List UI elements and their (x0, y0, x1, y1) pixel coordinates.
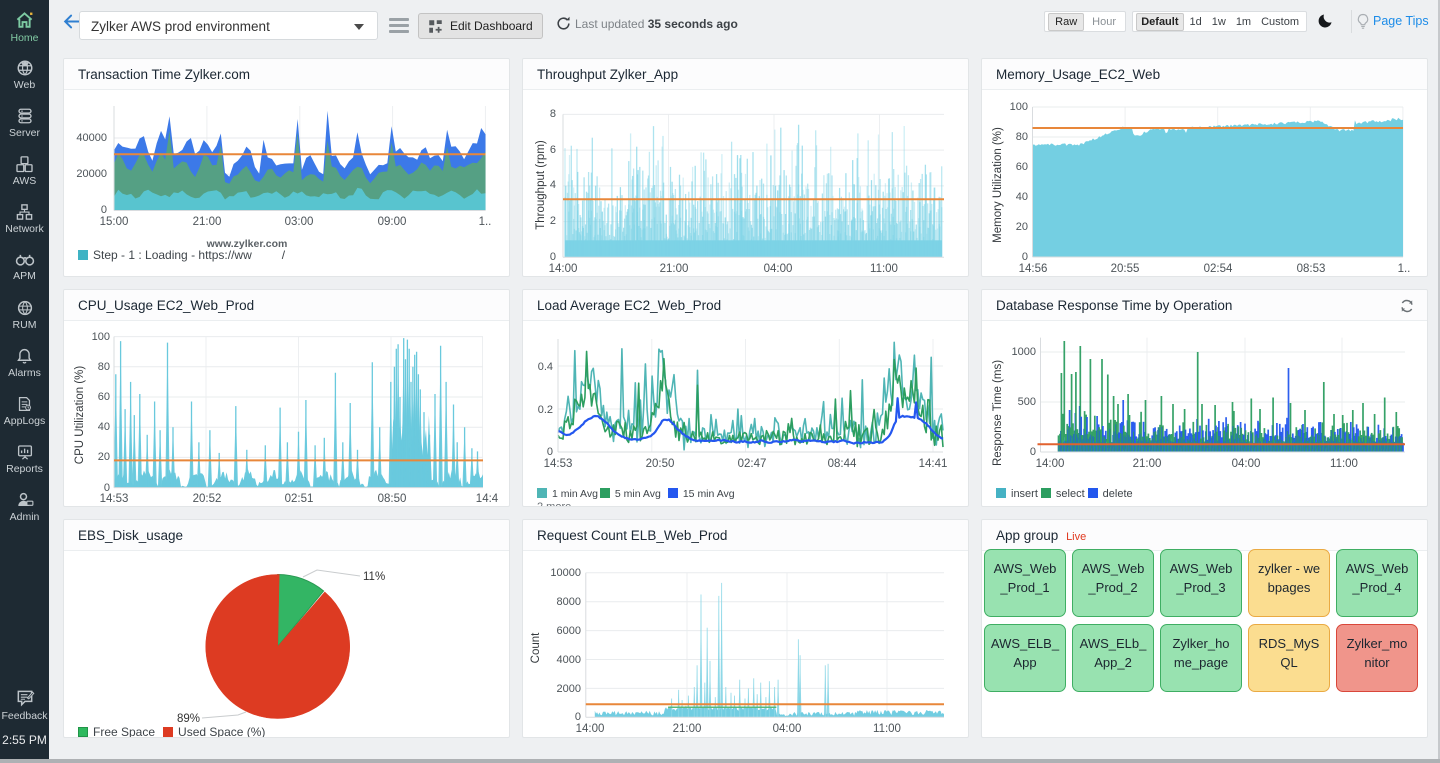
svg-text:89%: 89% (177, 713, 200, 725)
svg-text:11%: 11% (363, 571, 385, 583)
